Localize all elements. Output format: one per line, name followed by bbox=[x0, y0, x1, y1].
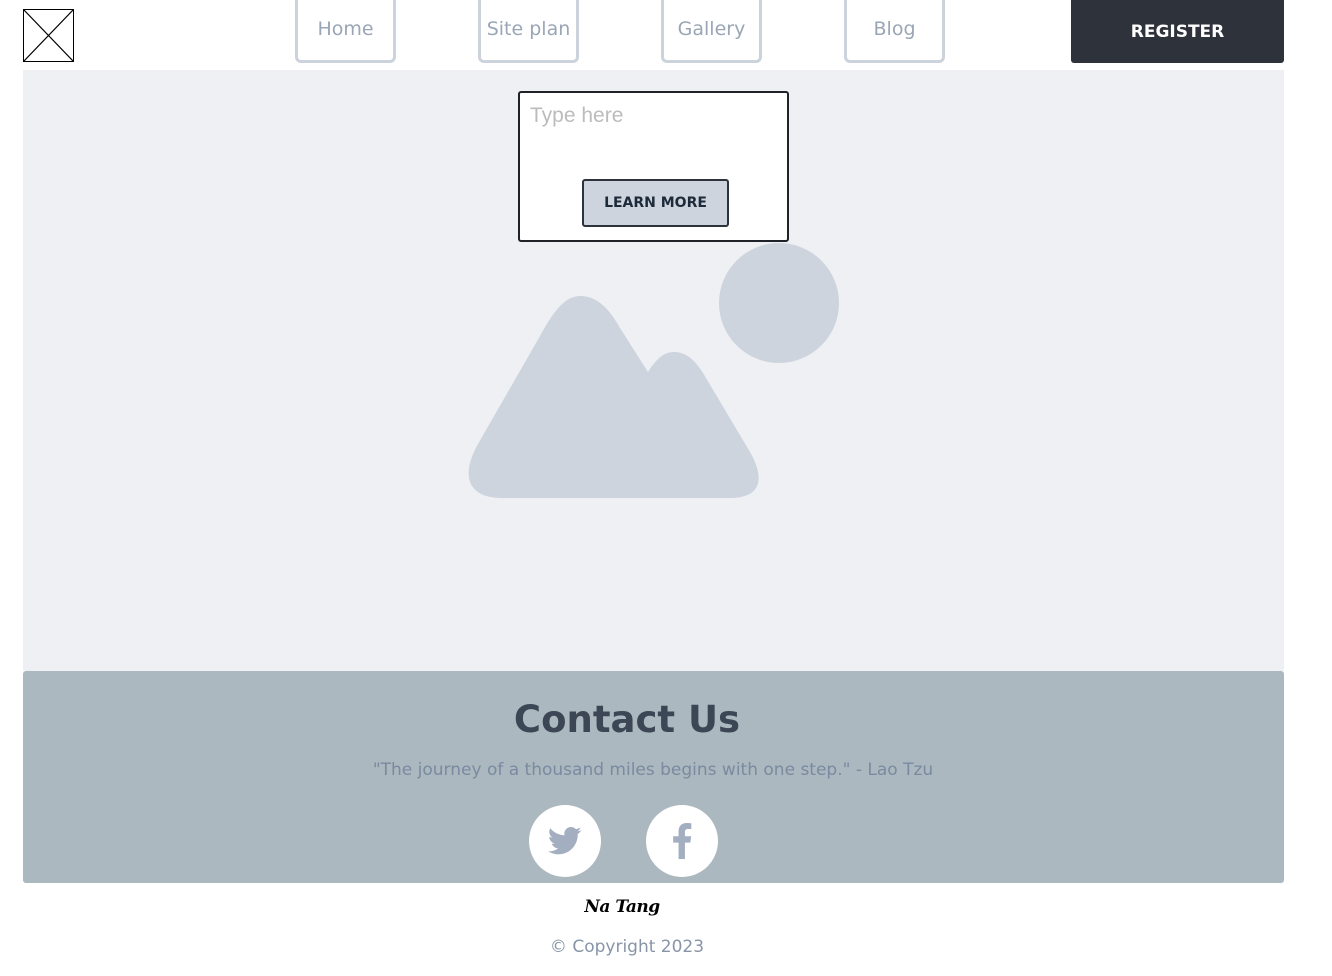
nav-site-plan-button[interactable]: Site plan bbox=[478, 0, 579, 63]
contact-title: Contact Us bbox=[513, 698, 741, 741]
nav-blog-button[interactable]: Blog bbox=[844, 0, 945, 63]
nav-home-button[interactable]: Home bbox=[295, 0, 396, 63]
learn-more-label: LEARN MORE bbox=[604, 195, 707, 211]
hero-form: LEARN MORE bbox=[518, 91, 789, 242]
nav-site-plan-label: Site plan bbox=[486, 18, 571, 40]
contact-quote: "The journey of a thousand miles begins … bbox=[372, 760, 934, 780]
copyright-text: © Copyright 2023 bbox=[549, 937, 705, 957]
nav-blog-label: Blog bbox=[873, 18, 916, 40]
facebook-button[interactable] bbox=[646, 805, 718, 877]
nav-gallery-button[interactable]: Gallery bbox=[661, 0, 762, 63]
register-button[interactable]: REGISTER bbox=[1071, 0, 1284, 63]
logo-placeholder-icon[interactable] bbox=[23, 9, 74, 62]
twitter-button[interactable] bbox=[529, 805, 601, 877]
learn-more-button[interactable]: LEARN MORE bbox=[582, 179, 729, 227]
nav-gallery-label: Gallery bbox=[677, 18, 746, 40]
register-label: REGISTER bbox=[1130, 21, 1225, 42]
facebook-icon bbox=[673, 823, 692, 859]
type-here-input[interactable] bbox=[530, 99, 775, 133]
signature: Na Tang bbox=[584, 897, 660, 917]
mountain-sun-placeholder-icon bbox=[460, 240, 850, 510]
twitter-icon bbox=[548, 826, 582, 855]
nav-home-label: Home bbox=[317, 18, 374, 40]
